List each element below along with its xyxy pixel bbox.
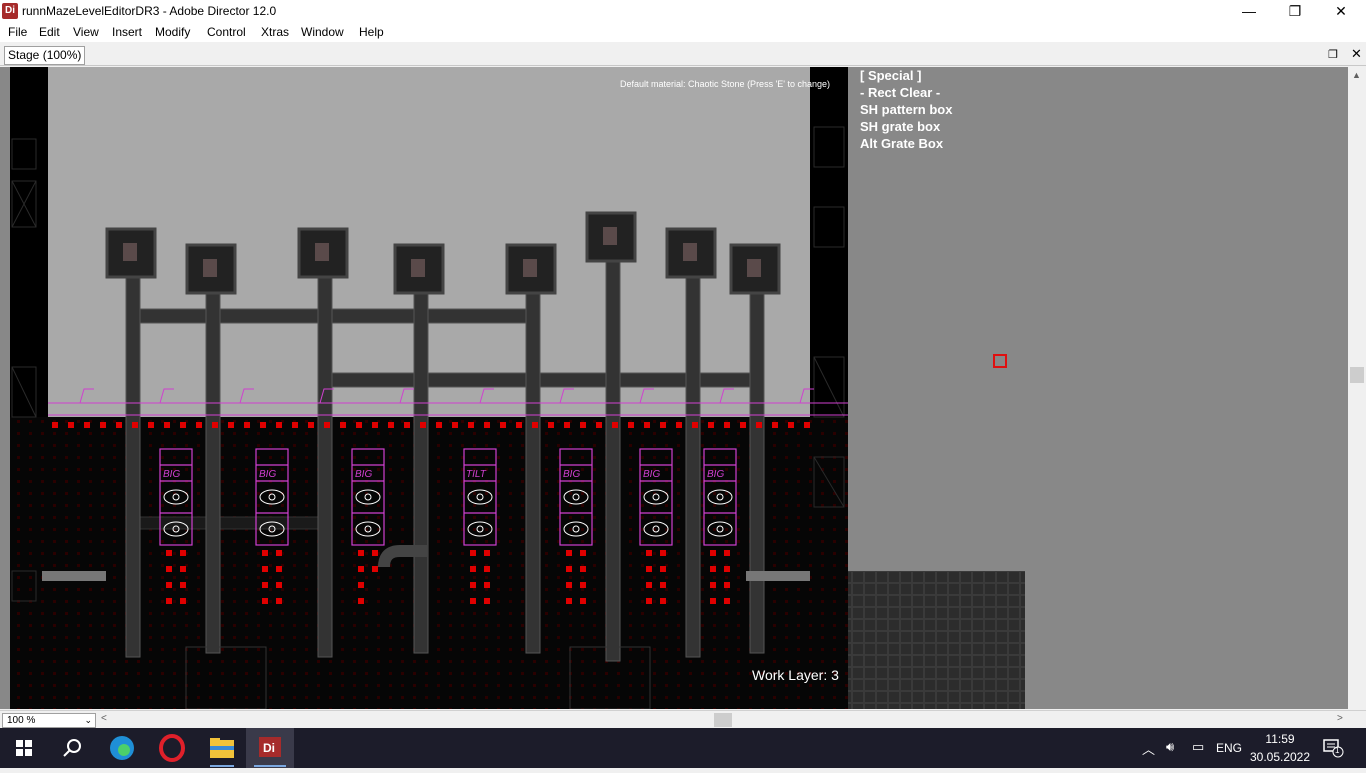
menu-window[interactable]: Window xyxy=(301,25,344,39)
scroll-up-icon[interactable]: ▲ xyxy=(1352,70,1361,80)
default-material-text: Default material: Chaotic Stone (Press '… xyxy=(620,79,831,89)
file-explorer-icon[interactable] xyxy=(198,728,246,768)
machine-label: TILT xyxy=(466,469,487,480)
menu-modify[interactable]: Modify xyxy=(155,25,190,39)
edge-icon[interactable] xyxy=(98,728,146,768)
menu-control[interactable]: Control xyxy=(207,25,246,39)
menu-edit[interactable]: Edit xyxy=(39,25,60,39)
notification-count: 1 xyxy=(1335,746,1340,755)
menu-view[interactable]: View xyxy=(73,25,99,39)
language-indicator[interactable]: ENG xyxy=(1216,741,1242,755)
vertical-scroll-thumb[interactable] xyxy=(1350,367,1364,383)
search-icon[interactable] xyxy=(48,728,96,768)
director-taskbar-label: Di xyxy=(263,741,275,755)
tool-category-special[interactable]: [ Special ] xyxy=(860,67,952,84)
tool-sh-grate-box[interactable]: SH grate box xyxy=(860,118,952,135)
machine-label: BIG xyxy=(707,469,724,480)
title-bar: Di runnMazeLevelEditorDR3 - Adobe Direct… xyxy=(0,0,1366,22)
work-layer-label: Work Layer: 3 xyxy=(752,667,839,683)
menu-help[interactable]: Help xyxy=(359,25,384,39)
machine-label: BIG xyxy=(563,469,580,480)
zoom-value: 100 % xyxy=(7,715,36,726)
clock-date[interactable]: 30.05.2022 xyxy=(1248,750,1312,764)
left-grate xyxy=(42,571,106,581)
chevron-down-icon: ⌄ xyxy=(84,715,92,725)
tool-sh-pattern-box[interactable]: SH pattern box xyxy=(860,101,952,118)
panel-close-icon[interactable]: ✕ xyxy=(1351,46,1362,62)
restore-button[interactable]: ❐ xyxy=(1272,0,1318,22)
bottom-scroll-bar: 100 % ⌄ < > xyxy=(0,710,1366,728)
menu-insert[interactable]: Insert xyxy=(112,25,142,39)
horizontal-scroll-thumb[interactable] xyxy=(714,713,732,727)
taskbar: Di ︿ 🔊︎ ▭ ENG 11:59 30.05.2022 1 xyxy=(0,728,1366,768)
tool-rect-clear[interactable]: - Rect Clear - xyxy=(860,84,952,101)
volume-icon[interactable]: 🔊︎ xyxy=(1166,739,1174,755)
menu-xtras[interactable]: Xtras xyxy=(261,25,289,39)
zoom-select[interactable]: 100 % ⌄ xyxy=(2,713,96,728)
right-grate xyxy=(746,571,810,581)
close-button[interactable]: ✕ xyxy=(1318,0,1364,22)
stage-panel-header: Stage (100%) ❐ ✕ xyxy=(0,44,1366,66)
window-title: runnMazeLevelEditorDR3 - Adobe Director … xyxy=(22,4,277,18)
machine-label: BIG xyxy=(643,469,660,480)
machine-label: BIG xyxy=(355,469,372,480)
menu-bar: File Edit View Insert Modify Control Xtr… xyxy=(0,22,1366,42)
level-editor-canvas[interactable]: BIG BIG BIG TILT BIG BIG BIG xyxy=(0,67,1348,709)
director-icon[interactable]: Di xyxy=(246,728,294,768)
scroll-right-icon[interactable]: > xyxy=(1337,713,1343,724)
clock-time[interactable]: 11:59 xyxy=(1252,732,1308,746)
tool-alt-grate-box[interactable]: Alt Grate Box xyxy=(860,135,952,152)
chevron-up-icon[interactable]: ︿ xyxy=(1142,739,1155,758)
machine-label: BIG xyxy=(163,469,180,480)
notification-icon[interactable]: 1 xyxy=(1322,738,1344,758)
director-app-icon: Di xyxy=(2,3,18,19)
panel-restore-icon[interactable]: ❐ xyxy=(1328,48,1338,61)
special-tool-list: [ Special ] - Rect Clear - SH pattern bo… xyxy=(860,67,952,152)
scroll-left-icon[interactable]: < xyxy=(101,713,107,724)
opera-icon[interactable] xyxy=(148,728,196,768)
stage-tab[interactable]: Stage (100%) xyxy=(4,46,86,65)
network-icon[interactable]: ▭ xyxy=(1192,739,1204,755)
vertical-scrollbar[interactable]: ▲ xyxy=(1348,67,1366,709)
minimize-button[interactable]: — xyxy=(1226,0,1272,22)
machine-label: BIG xyxy=(259,469,276,480)
stage-canvas[interactable]: BIG BIG BIG TILT BIG BIG BIG Default mat… xyxy=(0,67,1348,709)
start-icon[interactable] xyxy=(0,728,48,768)
menu-file[interactable]: File xyxy=(8,25,27,39)
cursor-marker xyxy=(993,354,1007,368)
